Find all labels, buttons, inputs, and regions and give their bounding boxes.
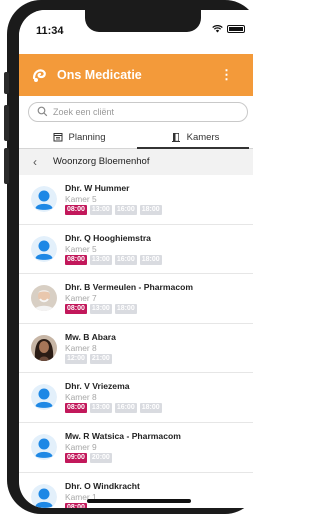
time-chip[interactable]: 16:00 [114,403,137,414]
medication-times: 08:00 13:00 18:00 [65,304,137,315]
more-menu-icon[interactable]: ⋮ [220,68,233,81]
time-chip-due[interactable]: 08:00 [65,304,87,315]
status-time: 11:34 [36,25,64,37]
client-name: Mw. B Abara [65,331,116,342]
status-bar: 11:34 [19,10,253,54]
tab-kamers[interactable]: Kamers [137,126,253,149]
medication-times: 08:00 13:00 16:00 18:00 [65,205,162,215]
time-chip[interactable]: 13:00 [89,304,112,315]
search-icon [37,106,48,117]
breadcrumb: ‹ Woonzorg Bloemenhof [19,149,253,175]
search-input[interactable] [53,105,238,119]
medication-times: 09:00 20:00 [65,452,112,463]
client-row[interactable]: Dhr. B Vermeulen - Pharmacom Kamer 7 08:00… [19,274,253,324]
time-chip[interactable]: 16:00 [114,205,137,215]
page: 11:34 Ons Medicatie ⋮ Zoek een cliënt Pl… [0,0,253,514]
client-room: Kamer 8 [65,392,97,403]
home-indicator[interactable] [87,499,191,503]
search-bar[interactable] [28,102,248,122]
client-name: Dhr. W Hummer [65,183,130,193]
battery-icon [227,25,245,33]
medication-times: 08:00 13:00 16:00 18:00 [65,254,162,265]
default-avatar-icon [31,235,57,262]
tab-planning-label: Planning [68,131,106,143]
mute-switch [4,72,9,94]
client-room: Kamer 5 [65,194,97,204]
door-icon [171,133,180,142]
client-list: Dhr. W Hummer Kamer 5 08:00 13:00 16:00 18:00… [19,175,253,508]
client-room: Kamer 9 [65,441,97,452]
default-avatar-icon [31,384,57,411]
client-room: Kamer 5 [65,243,97,254]
time-chip[interactable]: 21:00 [89,353,112,364]
app-screen: 11:34 Ons Medicatie ⋮ Zoek een cliënt Pl… [19,10,253,508]
client-photo-avatar [31,285,57,312]
time-chip-due[interactable]: 08:00 [65,502,87,508]
volume-down-button [4,148,9,184]
client-photo-avatar [31,334,57,361]
client-name: Dhr. Q Hooghiemstra [65,232,151,243]
client-room: Kamer 7 [65,293,97,304]
default-avatar-icon [31,433,57,460]
default-avatar-icon [31,483,57,508]
app-bar: Ons Medicatie ⋮ [19,54,253,96]
time-chip[interactable]: 18:00 [139,205,162,215]
time-chip[interactable]: 13:00 [89,254,112,265]
client-row[interactable]: Mw. R Watsica - Pharmacom Kamer 9 09:00 20:… [19,423,253,473]
time-chip[interactable]: 13:00 [89,205,112,215]
default-avatar-icon [31,186,57,212]
medication-times: 08:00 [65,502,87,508]
time-chip[interactable]: 20:00 [89,452,112,463]
time-chip-due[interactable]: 08:00 [65,254,87,265]
time-chip[interactable]: 16:00 [114,254,137,265]
wifi-icon [212,25,223,33]
back-chevron-icon[interactable]: ‹ [33,155,37,169]
time-chip-due[interactable]: 08:00 [65,205,87,215]
volume-up-button [4,105,9,141]
client-name: Mw. R Watsica - Pharmacom [65,430,181,441]
client-room: Kamer 8 [65,342,97,353]
client-name: Dhr. B Vermeulen - Pharmacom [65,282,193,293]
time-chip[interactable]: 18:00 [139,254,162,265]
time-chip-due[interactable]: 08:00 [65,403,87,414]
tab-planning[interactable]: Planning [29,126,129,148]
time-chip-due[interactable]: 09:00 [65,452,87,463]
time-chip[interactable]: 18:00 [114,304,137,315]
client-row[interactable]: Dhr. W Hummer Kamer 5 08:00 13:00 16:00 18:00 [19,175,253,225]
ons-logo-icon [32,69,46,82]
client-row[interactable]: Mw. B Abara Kamer 8 12:00 21:00 [19,324,253,374]
calendar-icon [53,133,62,142]
notch [85,10,201,32]
medication-times: 12:00 21:00 [65,353,112,364]
breadcrumb-location: Woonzorg Bloemenhof [53,156,150,167]
client-row[interactable]: Dhr. V Vriezema Kamer 8 08:00 13:00 16:00 18:… [19,373,253,423]
app-title: Ons Medicatie [57,68,142,82]
time-chip[interactable]: 12:00 [65,353,87,364]
time-chip[interactable]: 18:00 [139,403,162,414]
time-chip[interactable]: 13:00 [89,403,112,414]
tab-kamers-label: Kamers [186,131,220,143]
client-name: Dhr. O Windkracht [65,480,140,491]
status-icons [212,25,245,33]
client-name: Dhr. V Vriezema [65,381,130,392]
medication-times: 08:00 13:00 16:00 18:00 [65,403,162,414]
tab-bar: Planning Kamers [19,126,253,149]
client-row[interactable]: Dhr. Q Hooghiemstra Kamer 5 08:00 13:00 16:0… [19,225,253,275]
